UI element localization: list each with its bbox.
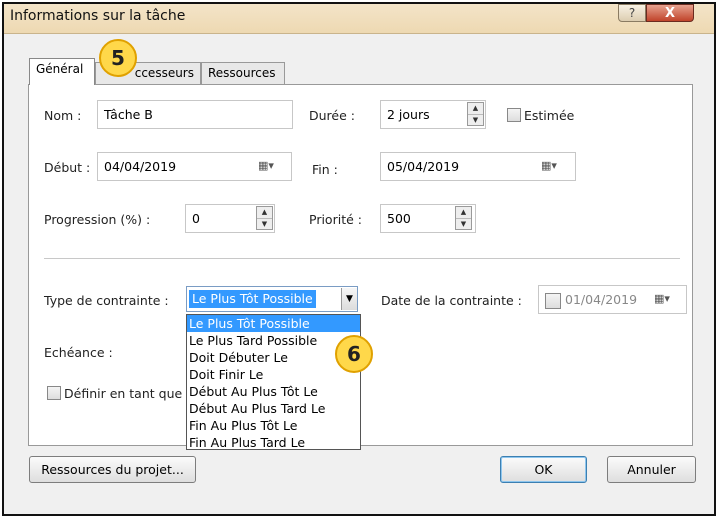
list-item[interactable]: Début Au Plus Tôt Le <box>187 383 360 400</box>
cancel-button[interactable]: Annuler <box>607 456 696 483</box>
list-item[interactable]: Doit Finir Le <box>187 366 360 383</box>
name-field[interactable]: Tâche B <box>97 100 293 129</box>
progress-label: Progression (%) : <box>44 212 151 227</box>
ok-button[interactable]: OK <box>500 456 587 483</box>
priority-stepper[interactable]: ▲ ▼ <box>455 206 472 230</box>
list-item[interactable]: Le Plus Tard Possible <box>187 332 360 349</box>
separator <box>44 258 680 259</box>
list-item[interactable]: Le Plus Tôt Possible <box>187 315 360 332</box>
constraint-date-label: Date de la contrainte : <box>381 293 522 308</box>
duration-label: Durée : <box>309 108 355 123</box>
list-item[interactable]: Doit Débuter Le <box>187 349 360 366</box>
constraint-type-selected: Le Plus Tôt Possible <box>189 290 316 308</box>
start-label: Début : <box>44 160 91 175</box>
callout-badge-5: 5 <box>99 39 137 77</box>
constraint-type-select[interactable]: Le Plus Tôt Possible ▼ <box>186 286 358 312</box>
end-label: Fin : <box>312 162 338 177</box>
define-label: Définir en tant que <box>64 386 183 401</box>
progress-stepper[interactable]: ▲ ▼ <box>256 206 273 230</box>
estimated-label: Estimée <box>524 108 575 123</box>
constraint-date-value: 01/04/2019 <box>565 292 638 307</box>
end-date-value: 05/04/2019 <box>387 159 460 174</box>
end-calendar-icon[interactable]: ▦▾ <box>541 159 557 172</box>
tab-resources[interactable]: Ressources <box>201 62 285 84</box>
constraint-calendar-icon[interactable]: ▦▾ <box>654 292 670 305</box>
close-button[interactable]: X <box>646 4 694 22</box>
start-calendar-icon[interactable]: ▦▾ <box>258 159 274 172</box>
help-button[interactable]: ? <box>618 4 646 22</box>
callout-badge-6: 6 <box>335 335 373 373</box>
tab-general[interactable]: Général <box>29 58 95 85</box>
window-title: Informations sur la tâche <box>10 8 186 24</box>
list-item[interactable]: Début Au Plus Tard Le <box>187 400 360 417</box>
define-checkbox[interactable] <box>47 386 61 400</box>
list-item[interactable]: Fin Au Plus Tard Le <box>187 434 360 451</box>
start-date-value: 04/04/2019 <box>104 159 177 174</box>
name-label: Nom : <box>44 108 82 123</box>
constraint-options-list: Le Plus Tôt Possible Le Plus Tard Possib… <box>186 314 361 450</box>
duration-stepper[interactable]: ▲ ▼ <box>467 102 484 126</box>
dropdown-arrow-icon[interactable]: ▼ <box>341 288 357 310</box>
deadline-label: Echéance : <box>44 345 113 360</box>
project-resources-button[interactable]: Ressources du projet... <box>29 456 196 483</box>
list-item[interactable]: Fin Au Plus Tôt Le <box>187 417 360 434</box>
priority-label: Priorité : <box>309 212 362 227</box>
estimated-checkbox[interactable] <box>507 108 521 122</box>
constraint-type-label: Type de contrainte : <box>44 293 169 308</box>
constraint-date-checkbox[interactable] <box>545 292 561 309</box>
